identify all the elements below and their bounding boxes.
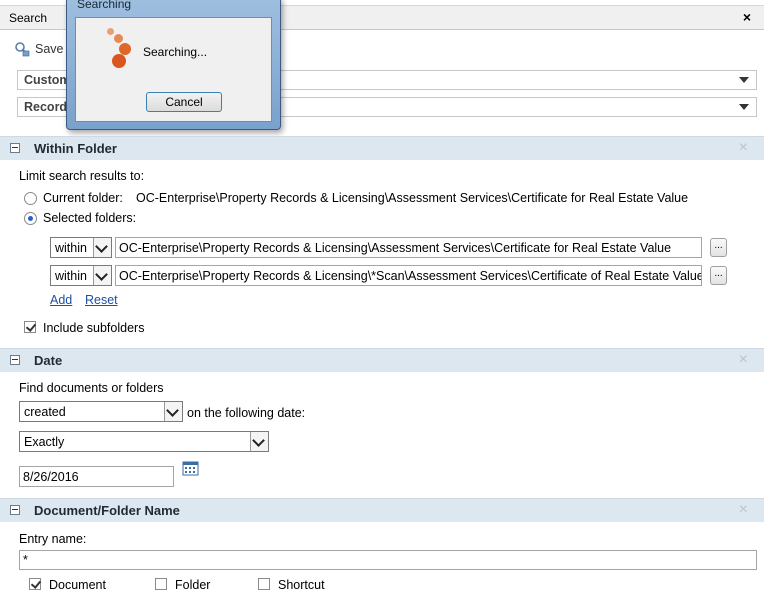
chevron-down-icon — [739, 104, 749, 110]
scope-value: within — [55, 269, 87, 283]
dialog-body: Searching... Cancel — [75, 17, 272, 122]
dialog-title: Searching — [77, 0, 132, 11]
chevron-down-icon — [164, 402, 182, 421]
chevron-down-icon — [250, 432, 268, 451]
entry-name-label: Entry name: — [19, 532, 87, 546]
folder-path-input[interactable]: OC-Enterprise\Property Records & Licensi… — [115, 237, 702, 258]
spinner-dot — [119, 43, 131, 55]
remove-section-icon[interactable]: × — [739, 501, 748, 519]
current-folder-label: Current folder: — [43, 191, 123, 205]
folder-label: Folder — [175, 578, 211, 592]
document-checkbox[interactable] — [29, 578, 41, 590]
collapse-icon[interactable] — [10, 355, 20, 365]
criteria-label: Custom — [24, 73, 71, 87]
browse-button[interactable]: ... — [710, 238, 727, 257]
folder-path-input[interactable]: OC-Enterprise\Property Records & Licensi… — [115, 265, 702, 286]
following-date-label: on the following date: — [187, 406, 306, 420]
date-mode-select[interactable]: Exactly — [19, 431, 269, 452]
close-icon[interactable]: × — [743, 9, 751, 25]
include-subfolders-label: Include subfolders — [43, 321, 145, 335]
cancel-button[interactable]: Cancel — [146, 92, 222, 112]
section-date: Date × — [0, 348, 764, 372]
chevron-down-icon — [93, 266, 111, 285]
dialog-message: Searching... — [143, 45, 208, 59]
selected-folders-label: Selected folders: — [43, 211, 137, 225]
save-label: Save — [35, 42, 64, 56]
shortcut-label: Shortcut — [278, 578, 325, 592]
chevron-down-icon — [93, 238, 111, 257]
spinner-dot — [114, 34, 123, 43]
date-value: 8/26/2016 — [23, 470, 79, 484]
panel-title: Search — [9, 11, 48, 25]
collapse-icon[interactable] — [10, 505, 20, 515]
entry-name-input[interactable]: * — [19, 550, 757, 570]
section-title: Date — [34, 353, 63, 368]
searching-dialog: Searching Searching... Cancel — [66, 0, 281, 130]
spinner-dot — [112, 54, 126, 68]
remove-section-icon[interactable]: × — [739, 351, 748, 369]
browse-button[interactable]: ... — [710, 266, 727, 285]
section-title: Within Folder — [34, 141, 117, 156]
folder-path-value: OC-Enterprise\Property Records & Licensi… — [119, 269, 702, 283]
limit-label: Limit search results to: — [19, 169, 145, 183]
add-folder-link[interactable]: Add — [50, 293, 72, 307]
entry-name-value: * — [23, 553, 28, 567]
calendar-icon[interactable] — [182, 460, 199, 476]
folder-path-value: OC-Enterprise\Property Records & Licensi… — [119, 241, 672, 255]
section-within-folder: Within Folder × — [0, 136, 764, 160]
folder-checkbox[interactable] — [155, 578, 167, 590]
scope-select[interactable]: within — [50, 265, 112, 286]
document-label: Document — [49, 578, 106, 592]
save-button[interactable]: Save — [14, 40, 64, 58]
section-document-folder-name: Document/Folder Name × — [0, 498, 764, 522]
spinner-dot — [107, 28, 114, 35]
collapse-icon[interactable] — [10, 143, 20, 153]
remove-section-icon[interactable]: × — [739, 139, 748, 157]
date-input[interactable]: 8/26/2016 — [19, 466, 174, 487]
date-mode-value: Exactly — [24, 435, 65, 449]
criteria-label: Record — [24, 100, 68, 114]
save-search-icon — [15, 42, 30, 57]
current-folder-radio[interactable] — [24, 192, 37, 205]
date-type-select[interactable]: created — [19, 401, 183, 422]
include-subfolders-checkbox[interactable] — [24, 321, 36, 333]
selected-folders-radio[interactable] — [24, 212, 37, 225]
scope-select[interactable]: within — [50, 237, 112, 258]
reset-folders-link[interactable]: Reset — [85, 293, 118, 307]
section-title: Document/Folder Name — [34, 503, 180, 518]
shortcut-checkbox[interactable] — [258, 578, 270, 590]
date-type-value: created — [24, 405, 66, 419]
find-label: Find documents or folders — [19, 381, 164, 395]
chevron-down-icon — [739, 77, 749, 83]
current-folder-path: OC-Enterprise\Property Records & Licensi… — [136, 191, 689, 205]
scope-value: within — [55, 241, 87, 255]
